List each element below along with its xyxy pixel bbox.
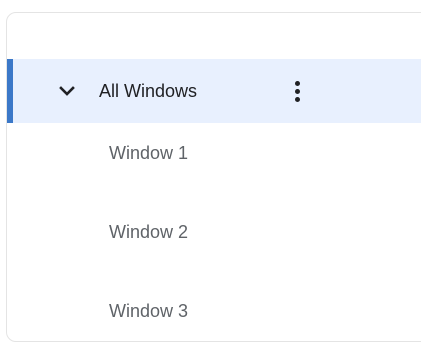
tree-item-window-1[interactable]: Window 1 [109,141,188,165]
tree-group-all-windows[interactable]: All Windows [7,59,421,123]
windows-tree-panel: All Windows Window 1 Window 2 Window 3 [6,12,421,342]
tree-item-window-2[interactable]: Window 2 [109,220,188,244]
chevron-down-icon[interactable] [57,81,77,101]
tree-item-window-3[interactable]: Window 3 [109,299,188,323]
selection-accent-bar [7,59,13,123]
more-vertical-icon[interactable] [285,73,309,109]
tree-group-label: All Windows [99,81,198,101]
